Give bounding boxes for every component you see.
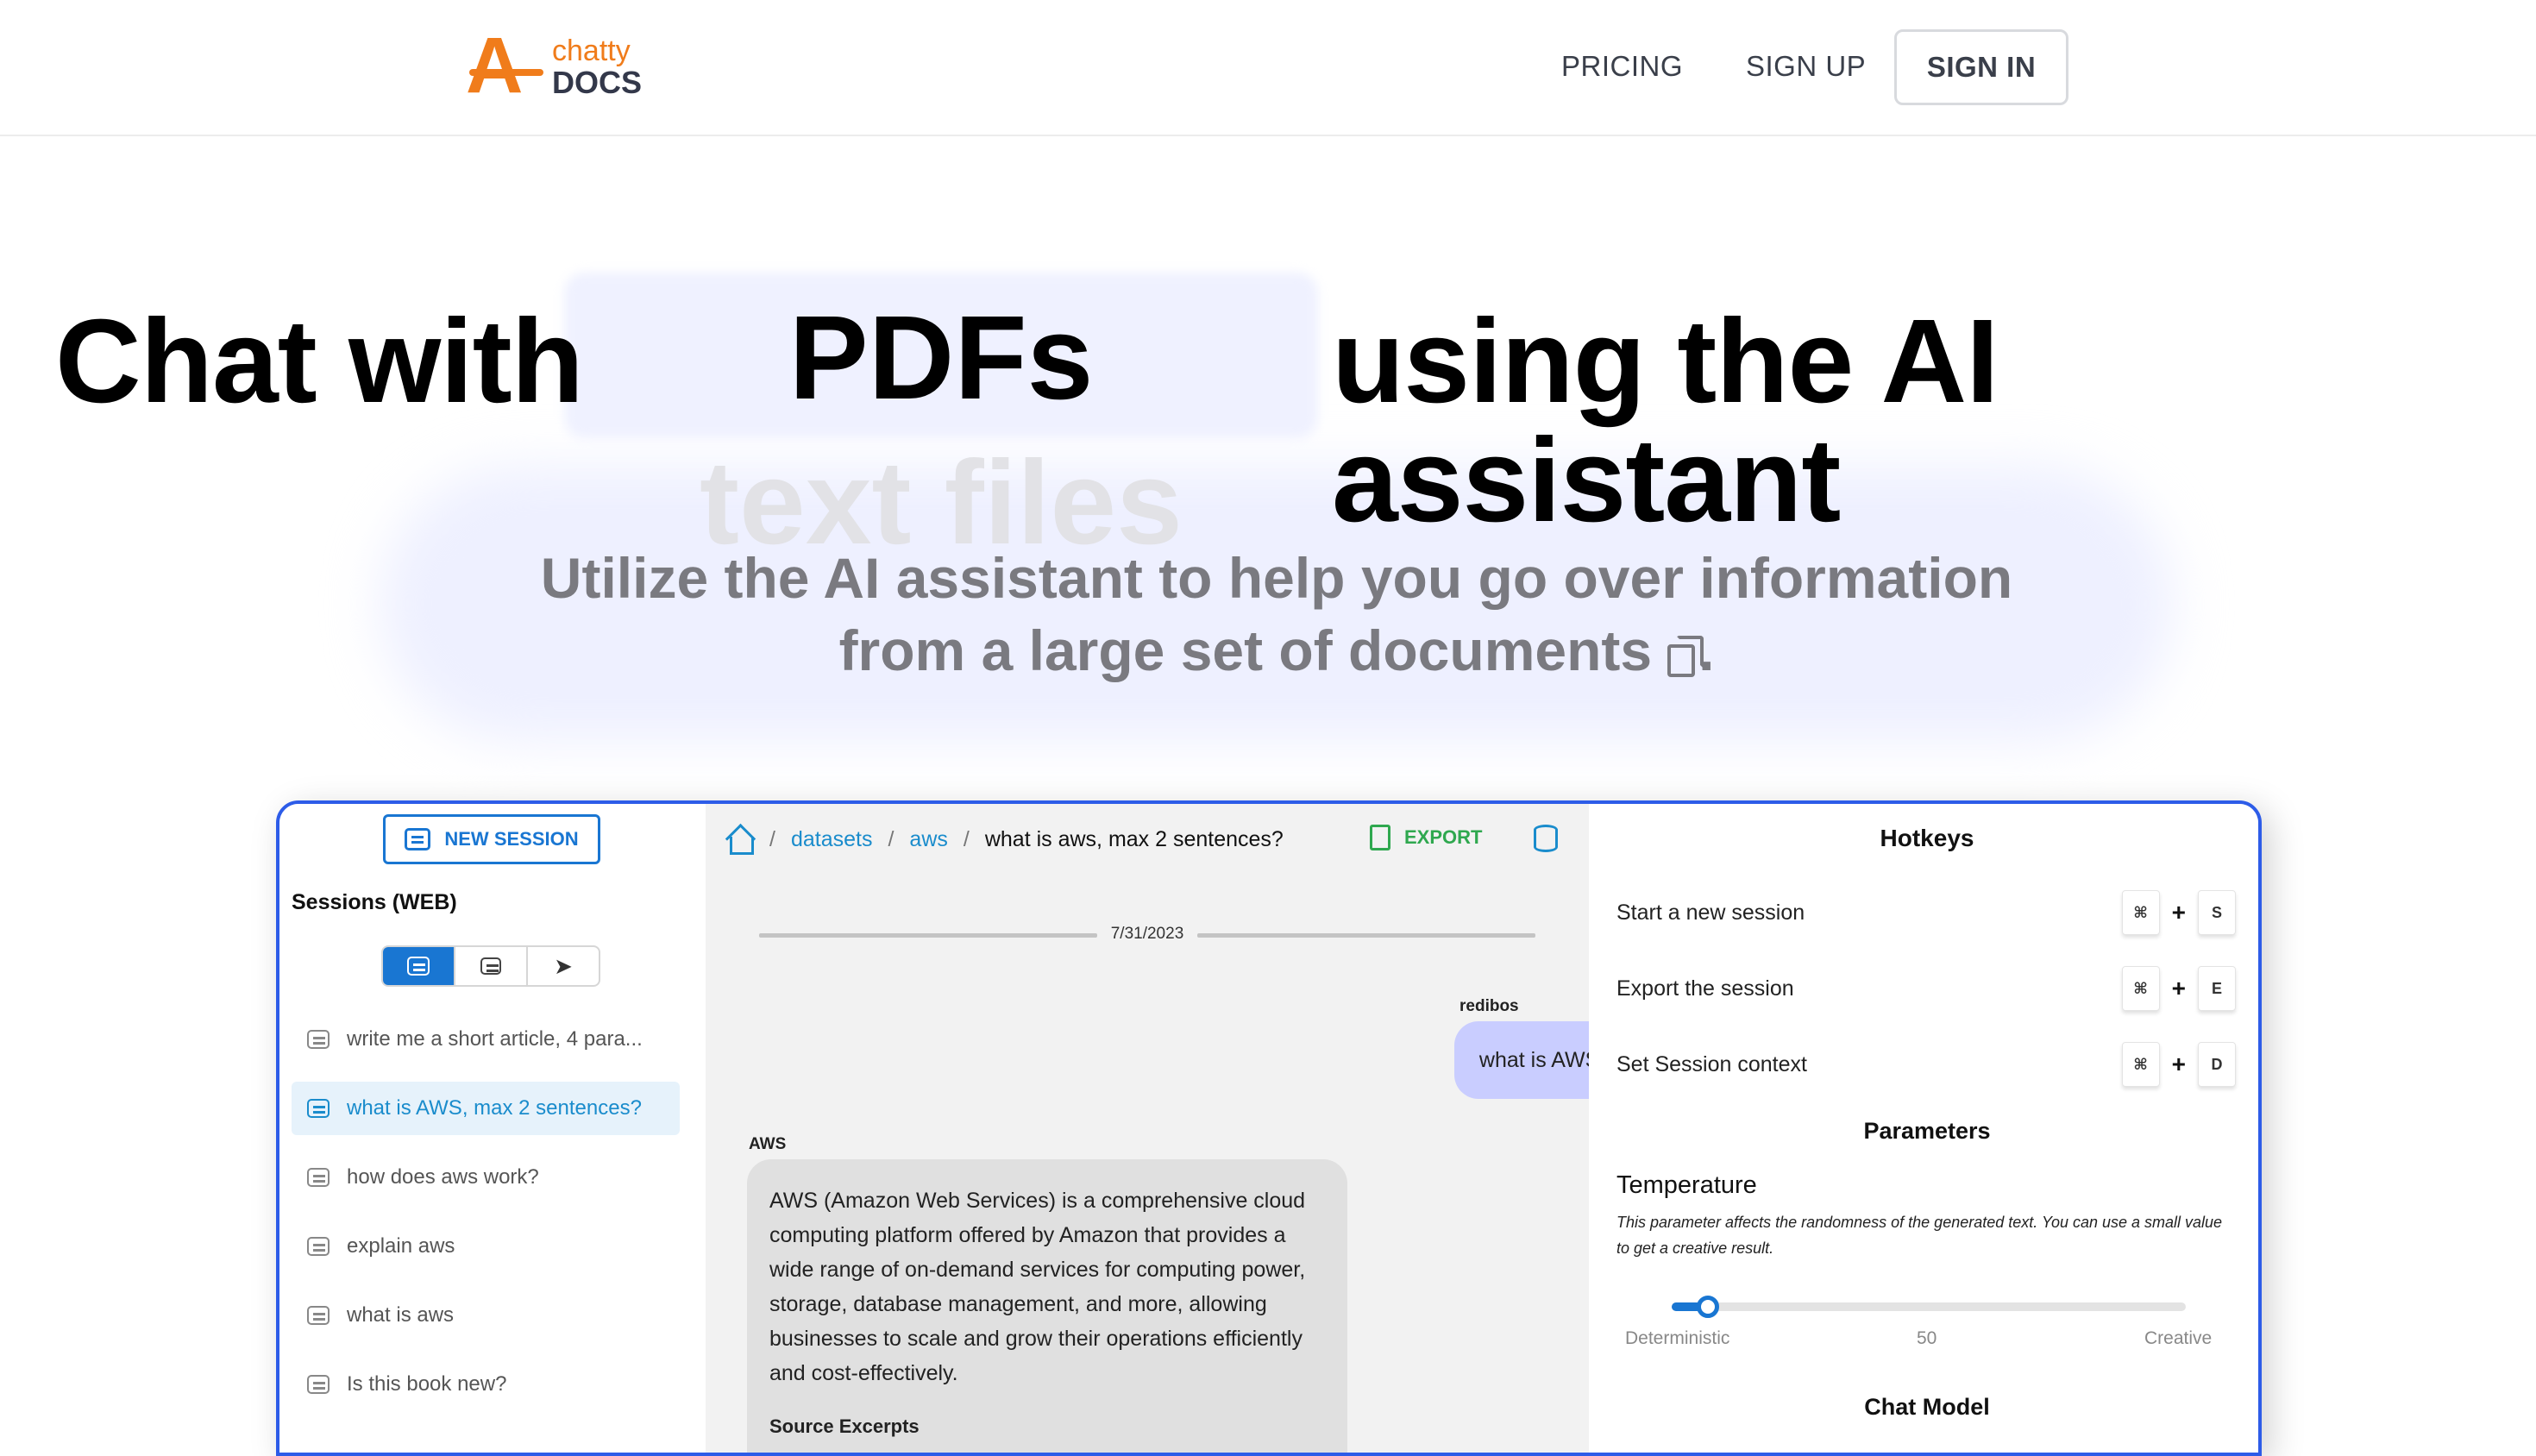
hotkey-label: Export the session bbox=[1616, 976, 1794, 1001]
hotkey-row: Export the session ⌘ + E bbox=[1616, 963, 2246, 1014]
chat-icon bbox=[407, 957, 430, 976]
logo[interactable]: A chatty DOCS bbox=[466, 26, 642, 105]
session-label: what is AWS, max 2 sentences? bbox=[347, 1096, 642, 1120]
letter-key: E bbox=[2198, 966, 2236, 1011]
bot-message: AWS (Amazon Web Services) is a comprehen… bbox=[747, 1159, 1347, 1453]
hero-subtitle: Utilize the AI assistant to help you go … bbox=[380, 542, 2174, 687]
temperature-description: This parameter affects the randomness of… bbox=[1616, 1214, 2223, 1257]
session-label: write me a short article, 4 para... bbox=[347, 1027, 643, 1051]
export-button[interactable]: EXPORT bbox=[1370, 825, 1482, 850]
plus-sign: + bbox=[2171, 1051, 2186, 1077]
hotkey-row: Start a new session ⌘ + S bbox=[1616, 887, 2246, 938]
logo-docs-text: DOCS bbox=[552, 65, 643, 100]
chat-icon bbox=[307, 1306, 330, 1325]
session-label: Is this book new? bbox=[347, 1372, 507, 1396]
breadcrumb-separator: / bbox=[888, 826, 895, 851]
temperature-slider-track[interactable] bbox=[1672, 1302, 2186, 1311]
hero-subtitle-line2: from a large set of documents bbox=[838, 618, 1653, 682]
breadcrumb-separator: / bbox=[963, 826, 970, 851]
slider-min-label: Deterministic bbox=[1625, 1328, 1730, 1348]
breadcrumb: / datasets / aws / what is aws, max 2 se… bbox=[725, 826, 1284, 855]
home-icon[interactable] bbox=[725, 826, 754, 855]
export-icon bbox=[1370, 825, 1390, 850]
hero-title-right: using the AI assistant bbox=[1332, 295, 1999, 547]
session-item[interactable]: Is this book new? bbox=[292, 1358, 680, 1411]
database-icon[interactable] bbox=[1534, 825, 1558, 852]
session-label: explain aws bbox=[347, 1234, 455, 1258]
new-session-button[interactable]: NEW SESSION bbox=[383, 814, 600, 864]
app-preview: NEW SESSION Sessions (WEB) ➤ write me a … bbox=[276, 800, 2262, 1456]
comment-icon bbox=[480, 957, 501, 975]
top-navbar: A chatty DOCS PRICING SIGN UP SIGN IN bbox=[0, 0, 2536, 136]
signup-link[interactable]: SIGN UP bbox=[1746, 50, 1866, 83]
chat-panel: / datasets / aws / what is aws, max 2 se… bbox=[706, 804, 1811, 1453]
parameters-title: Parameters bbox=[1863, 1118, 1991, 1144]
session-label: what is aws bbox=[347, 1303, 455, 1327]
command-key: ⌘ bbox=[2121, 1042, 2160, 1087]
sessions-sidebar: NEW SESSION Sessions (WEB) ➤ write me a … bbox=[279, 804, 706, 1453]
copy-icon bbox=[1667, 636, 1704, 677]
session-type-toggle: ➤ bbox=[381, 945, 600, 987]
telegram-toggle[interactable]: ➤ bbox=[528, 947, 599, 985]
web-chat-toggle[interactable] bbox=[383, 947, 455, 985]
settings-panel: Hotkeys Start a new session ⌘ + S Export… bbox=[1589, 804, 2258, 1453]
command-key: ⌘ bbox=[2121, 966, 2160, 1011]
export-label: EXPORT bbox=[1404, 826, 1483, 848]
chat-icon bbox=[307, 1375, 330, 1394]
session-item[interactable]: explain aws bbox=[292, 1220, 680, 1273]
session-label: how does aws work? bbox=[347, 1165, 539, 1189]
hotkey-keys: ⌘ + E bbox=[2121, 966, 2236, 1011]
hotkey-label: Set Session context bbox=[1616, 1051, 1807, 1076]
logo-mark: A bbox=[466, 22, 524, 110]
chat-icon bbox=[307, 1168, 330, 1187]
bot-name: AWS bbox=[749, 1135, 787, 1153]
chat-icon bbox=[307, 1099, 330, 1118]
letter-key: D bbox=[2198, 1042, 2236, 1087]
session-item-selected[interactable]: what is AWS, max 2 sentences? bbox=[292, 1082, 680, 1135]
plus-sign: + bbox=[2171, 975, 2186, 1001]
session-item[interactable]: how does aws work? bbox=[292, 1151, 680, 1204]
hotkey-keys: ⌘ + S bbox=[2121, 890, 2236, 935]
user-name: redibos bbox=[1459, 997, 1519, 1015]
hero-subtitle-line2-wrap: from a large set of documents. bbox=[380, 614, 2174, 687]
command-key: ⌘ bbox=[2121, 890, 2160, 935]
pricing-link[interactable]: PRICING bbox=[1561, 50, 1683, 83]
breadcrumb-separator: / bbox=[769, 826, 775, 851]
chat-icon bbox=[307, 1237, 330, 1256]
signin-button[interactable]: SIGN IN bbox=[1894, 29, 2068, 105]
hero-title-left: Chat with bbox=[55, 295, 584, 428]
logo-chatty-text: chatty bbox=[552, 35, 631, 67]
session-item[interactable]: write me a short article, 4 para... bbox=[292, 1013, 680, 1066]
temperature-title: Temperature bbox=[1616, 1171, 1757, 1199]
hotkeys-title: Hotkeys bbox=[1880, 825, 1974, 851]
temperature-slider-thumb[interactable] bbox=[1696, 1296, 1719, 1318]
api-chat-toggle[interactable] bbox=[455, 947, 528, 985]
plus-sign: + bbox=[2171, 899, 2186, 926]
new-session-label: NEW SESSION bbox=[444, 828, 579, 850]
hotkey-row: Set Session context ⌘ + D bbox=[1616, 1039, 2246, 1090]
bot-message-text: AWS (Amazon Web Services) is a comprehen… bbox=[769, 1189, 1306, 1385]
breadcrumb-current: what is aws, max 2 sentences? bbox=[984, 826, 1284, 851]
chat-model-title: Chat Model bbox=[1864, 1394, 1990, 1420]
slider-max-label: Creative bbox=[2144, 1328, 2213, 1348]
hero-subtitle-line1: Utilize the AI assistant to help you go … bbox=[540, 546, 2013, 610]
hero-title-rotating-word: PDFs bbox=[788, 292, 1094, 424]
breadcrumb-aws[interactable]: aws bbox=[909, 827, 947, 852]
message-date: 7/31/2023 bbox=[1110, 925, 1184, 943]
logo-bar bbox=[469, 69, 543, 76]
chat-icon bbox=[307, 1030, 330, 1049]
sessions-title: Sessions (WEB) bbox=[292, 890, 457, 914]
breadcrumb-datasets[interactable]: datasets bbox=[791, 827, 873, 852]
source-excerpts[interactable]: Source Excerpts bbox=[769, 1409, 1325, 1444]
hotkey-label: Start a new session bbox=[1616, 900, 1805, 925]
send-icon: ➤ bbox=[554, 952, 573, 979]
chat-icon bbox=[405, 828, 431, 850]
session-item[interactable]: what is aws bbox=[292, 1289, 680, 1342]
letter-key: S bbox=[2198, 890, 2236, 935]
slider-mid-label: 50 bbox=[1917, 1328, 1937, 1348]
hotkey-keys: ⌘ + D bbox=[2121, 1042, 2236, 1087]
